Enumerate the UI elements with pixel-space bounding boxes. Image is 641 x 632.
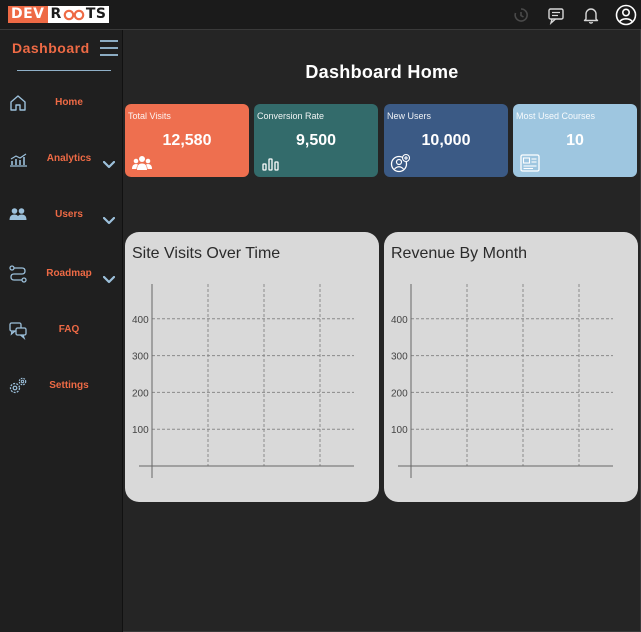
sidebar-item-label: Settings (49, 380, 89, 391)
home-icon (8, 93, 28, 113)
sidebar-item-label: Home (55, 97, 83, 108)
sidebar: Dashboard Home Analytics Users Roadmap F… (0, 30, 123, 632)
logo-r: R (50, 6, 62, 22)
chart-card-revenue: Revenue By Month 100 200 300 400 (384, 232, 638, 502)
users-icon (8, 205, 28, 225)
history-icon[interactable] (511, 5, 531, 25)
user-circle-icon[interactable] (615, 4, 637, 26)
chevron-down-icon[interactable] (102, 156, 116, 169)
faq-icon (8, 320, 28, 341)
stat-card-new-users[interactable]: New Users 10,000 (384, 104, 508, 177)
stat-card-value: 9,500 (295, 132, 337, 149)
bell-icon[interactable] (581, 5, 601, 25)
sidebar-item-label: FAQ (58, 324, 80, 335)
add-user-icon (390, 153, 412, 173)
sidebar-title: Dashboard (12, 40, 90, 56)
sidebar-item-label: Roadmap (46, 268, 92, 279)
logo-roots: R TS (47, 6, 110, 23)
chevron-down-icon[interactable] (102, 271, 116, 284)
chat-icon[interactable] (546, 5, 566, 26)
stat-card-label: Conversion Rate (257, 111, 325, 121)
infinity-icon (63, 9, 85, 21)
logo-ts: TS (85, 6, 107, 22)
top-bar: DEV R TS (0, 0, 641, 30)
y-tick-label: 400 (132, 315, 149, 326)
users-group-icon (131, 153, 153, 173)
analytics-icon (8, 149, 28, 169)
sidebar-item-roadmap[interactable]: Roadmap (0, 255, 123, 295)
stat-card-value: 10,000 (421, 132, 471, 149)
stat-card-label: Most Used Courses (516, 111, 596, 121)
y-tick-label: 100 (391, 425, 408, 436)
roadmap-icon (8, 264, 28, 284)
stat-card-label: New Users (387, 111, 432, 121)
revenue-chart: 100 200 300 400 (391, 284, 613, 478)
stat-card-value: 12,580 (162, 132, 212, 149)
logo-dev: DEV (8, 6, 48, 23)
y-tick-label: 300 (391, 352, 408, 363)
settings-icon (8, 376, 28, 396)
chart-card-site-visits: Site Visits Over Time 100 200 300 400 (125, 232, 379, 502)
stat-card-total-visits[interactable]: Total Visits 12,580 (125, 104, 249, 177)
sidebar-item-home[interactable]: Home (0, 84, 123, 124)
y-tick-label: 300 (132, 352, 149, 363)
hamburger-menu-icon[interactable] (99, 39, 119, 57)
courses-icon (519, 153, 541, 173)
y-tick-label: 100 (132, 425, 149, 436)
y-tick-label: 400 (391, 315, 408, 326)
y-tick-label: 200 (391, 388, 408, 399)
stat-card-conversion-rate[interactable]: Conversion Rate 9,500 (254, 104, 378, 177)
sidebar-item-label: Analytics (46, 153, 92, 164)
stat-card-value: 10 (566, 132, 584, 149)
sidebar-divider (17, 70, 111, 71)
stat-card-label: Total Visits (128, 111, 171, 121)
y-tick-label: 200 (132, 388, 149, 399)
brand-logo[interactable]: DEV R TS (8, 6, 110, 23)
sidebar-item-label: Users (55, 209, 83, 220)
stat-card-most-used-courses[interactable]: Most Used Courses 10 (513, 104, 637, 177)
sidebar-item-users[interactable]: Users (0, 196, 123, 236)
sidebar-item-settings[interactable]: Settings (0, 367, 123, 407)
bar-chart-icon (260, 153, 282, 173)
site-visits-chart: 100 200 300 400 (132, 284, 354, 478)
sidebar-item-analytics[interactable]: Analytics (0, 140, 123, 180)
page-title: Dashboard Home (305, 62, 459, 82)
chevron-down-icon[interactable] (102, 212, 116, 225)
sidebar-item-faq[interactable]: FAQ (0, 311, 123, 351)
